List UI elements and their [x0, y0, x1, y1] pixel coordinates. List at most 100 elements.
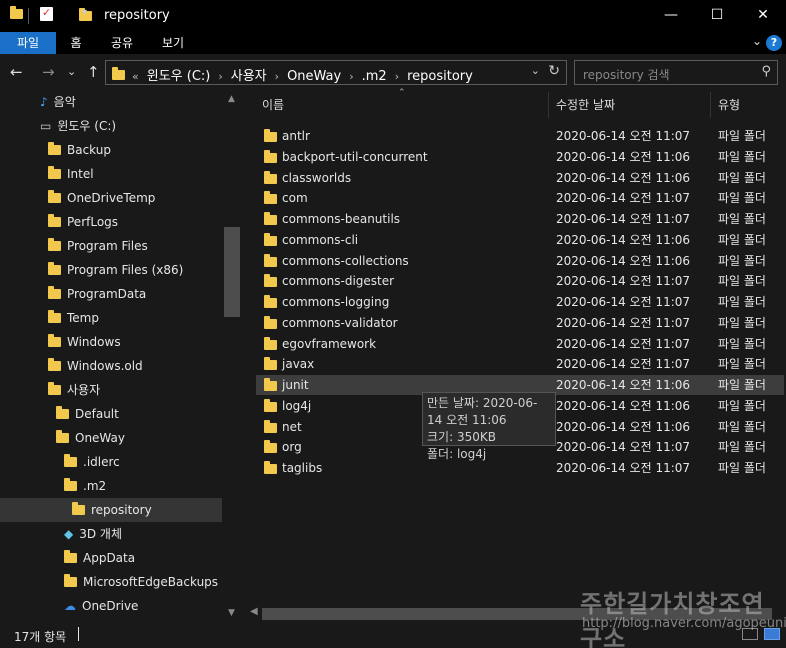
sidebar-item-label: 음악 — [53, 95, 76, 109]
sidebar-item-label: Program Files (x86) — [67, 263, 184, 277]
sidebar-item[interactable]: Windows — [48, 330, 121, 354]
file-row[interactable]: antlr 2020-06-14 오전 11:07 파일 폴더 — [256, 126, 784, 146]
file-date-modified: 2020-06-14 오전 11:06 — [556, 378, 691, 392]
chevron-right-icon[interactable]: › — [275, 70, 279, 83]
sidebar-item[interactable]: ProgramData — [48, 282, 146, 306]
recent-locations-chevron-icon[interactable]: ⌄ — [67, 65, 76, 78]
column-header-name[interactable]: 이름 — [262, 92, 284, 118]
sidebar-item[interactable]: Temp — [48, 306, 99, 330]
sidebar-item-label: Windows — [67, 335, 121, 349]
file-row[interactable]: commons-digester 2020-06-14 오전 11:07 파일 폴더 — [256, 271, 784, 291]
file-name: taglibs — [282, 461, 323, 475]
sidebar-item[interactable]: MicrosoftEdgeBackups — [64, 570, 218, 594]
expand-ribbon-icon[interactable]: ⌄ — [752, 34, 762, 48]
help-icon[interactable]: ? — [766, 35, 782, 51]
chevron-right-icon[interactable]: › — [349, 70, 353, 83]
3d-objects-icon: ◆ — [64, 527, 74, 541]
sidebar-item[interactable]: ◆ 3D 개체 — [64, 522, 122, 546]
breadcrumb-oneway[interactable]: OneWay — [287, 69, 341, 84]
sidebar-item[interactable]: Program Files — [48, 234, 148, 258]
sidebar-item[interactable]: Windows.old — [48, 354, 143, 378]
sidebar-item[interactable]: AppData — [64, 546, 135, 570]
sidebar-item[interactable]: ♪ 음악 — [40, 92, 76, 114]
folder-icon — [10, 6, 23, 19]
scroll-up-icon[interactable]: ▲ — [228, 94, 235, 104]
breadcrumb-repository[interactable]: repository — [407, 69, 473, 84]
sidebar-item[interactable]: ▭ 윈도우 (C:) — [40, 114, 116, 138]
minimize-button[interactable]: — — [648, 0, 694, 32]
file-row[interactable]: commons-collections 2020-06-14 오전 11:06 파일… — [256, 251, 784, 271]
breadcrumb-drive[interactable]: 윈도우 (C:) — [147, 69, 211, 84]
folder-icon — [264, 336, 277, 350]
back-arrow-icon[interactable]: ← — [10, 63, 23, 81]
folder-icon — [48, 166, 61, 179]
file-type: 파일 폴더 — [718, 440, 766, 455]
column-divider[interactable] — [710, 92, 711, 118]
music-note-icon: ♪ — [40, 95, 48, 109]
file-row[interactable]: egovframework 2020-06-14 오전 11:07 파일 폴더 — [256, 334, 784, 354]
file-date-modified: 2020-06-14 오전 11:06 — [556, 232, 691, 247]
file-row[interactable]: commons-cli 2020-06-14 오전 11:06 파일 폴더 — [256, 230, 784, 250]
tab-view[interactable]: 보기 — [150, 32, 196, 54]
folder-icon — [264, 398, 277, 412]
file-row[interactable]: commons-logging 2020-06-14 오전 11:07 파일 폴더 — [256, 292, 784, 312]
file-row[interactable]: classworlds 2020-06-14 오전 11:06 파일 폴더 — [256, 168, 784, 188]
tooltip-size: 크기: 350KB — [427, 430, 496, 444]
tab-share[interactable]: 공유 — [100, 32, 144, 54]
file-date-modified: 2020-06-14 오전 11:07 — [556, 295, 691, 309]
breadcrumb-users[interactable]: 사용자 — [231, 69, 267, 84]
address-bar[interactable]: « 윈도우 (C:) › 사용자 › OneWay › .m2 › repository ⌄ ↻ — [105, 60, 567, 85]
file-name: com — [282, 191, 308, 206]
sidebar-scroll-thumb[interactable] — [224, 227, 240, 317]
sidebar-item[interactable]: PerfLogs — [48, 210, 118, 234]
column-header-type[interactable]: 유형 — [718, 92, 740, 118]
folder-icon — [64, 454, 77, 467]
refresh-icon[interactable]: ↻ — [548, 63, 560, 79]
sidebar-item[interactable]: ☁ OneDrive — [64, 594, 138, 618]
sidebar-item[interactable]: Intel — [48, 162, 94, 186]
sidebar-item[interactable]: repository — [0, 498, 222, 522]
sidebar-item[interactable]: Program Files (x86) — [48, 258, 183, 282]
quick-access-dropdown-icon[interactable]: ▾ — [82, 7, 87, 18]
overflow-icon[interactable]: « — [132, 70, 139, 83]
file-type: 파일 폴더 — [718, 170, 766, 185]
sidebar-item[interactable]: .idlerc — [64, 450, 120, 474]
file-row[interactable]: backport-util-concurrent 2020-06-14 오전 11… — [256, 147, 784, 167]
sidebar-item[interactable]: OneWay — [56, 426, 125, 450]
breadcrumb-m2[interactable]: .m2 — [362, 69, 387, 84]
maximize-button[interactable]: ☐ — [694, 0, 740, 32]
sidebar-item-label: OneDrive — [82, 599, 139, 613]
forward-arrow-icon[interactable]: → — [42, 63, 55, 81]
chevron-right-icon[interactable]: › — [218, 70, 222, 83]
sidebar-item[interactable]: 사용자 — [48, 378, 100, 402]
sidebar-item[interactable]: OneDriveTemp — [48, 186, 155, 210]
close-button[interactable]: ✕ — [740, 0, 786, 32]
file-row[interactable]: commons-beanutils 2020-06-14 오전 11:07 파일 폴… — [256, 209, 784, 229]
chevron-right-icon[interactable]: › — [395, 70, 399, 83]
column-header-date[interactable]: 수정한 날짜 — [556, 92, 615, 118]
address-dropdown-icon[interactable]: ⌄ — [531, 64, 540, 77]
file-type: 파일 폴더 — [718, 232, 766, 247]
sidebar-item[interactable]: .m2 — [64, 474, 106, 498]
scroll-left-icon[interactable]: ◀ — [250, 606, 258, 617]
scroll-down-icon[interactable]: ▼ — [228, 608, 235, 618]
column-divider[interactable] — [548, 92, 549, 118]
file-row[interactable]: javax 2020-06-14 오전 11:07 파일 폴더 — [256, 354, 784, 374]
sidebar-scrollbar[interactable] — [224, 92, 240, 622]
tab-home[interactable]: 홈 — [58, 32, 94, 54]
file-row[interactable]: com 2020-06-14 오전 11:07 파일 폴더 — [256, 188, 784, 208]
sidebar-item[interactable]: Backup — [48, 138, 111, 162]
folder-icon — [264, 274, 277, 288]
up-arrow-icon[interactable]: ↑ — [87, 63, 100, 81]
folder-icon — [264, 149, 277, 163]
sidebar-item-label: 3D 개체 — [79, 527, 123, 541]
search-icon: ⚲ — [761, 64, 771, 79]
sidebar-item[interactable]: Default — [56, 402, 119, 426]
search-input[interactable]: repository 검색 ⚲ — [574, 60, 778, 85]
properties-icon[interactable]: ✓ — [40, 7, 53, 21]
file-name: backport-util-concurrent — [282, 149, 428, 164]
file-row[interactable]: commons-validator 2020-06-14 오전 11:07 파일 폴… — [256, 313, 784, 333]
tab-file[interactable]: 파일 — [0, 32, 56, 54]
file-name: commons-validator — [282, 315, 398, 330]
folder-icon — [264, 212, 277, 225]
